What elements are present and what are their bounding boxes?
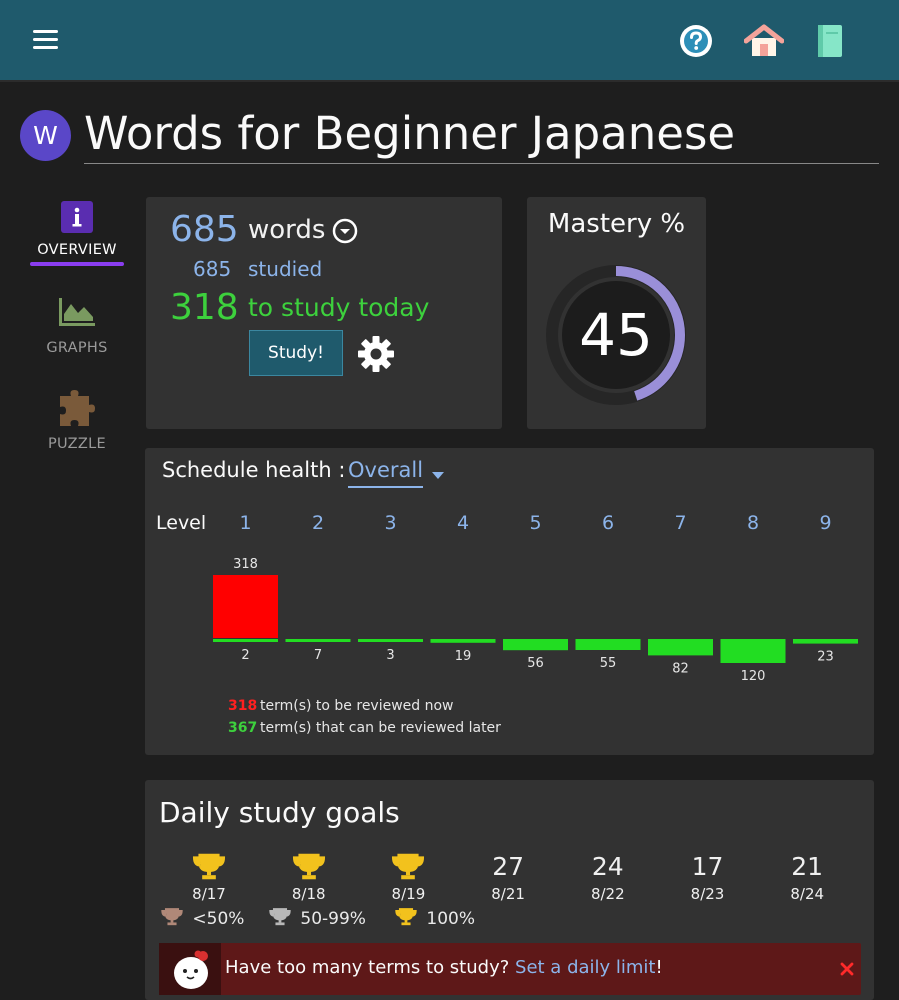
- study-button[interactable]: Study!: [249, 330, 343, 376]
- sidebar-item-puzzle[interactable]: PUZZLE: [28, 388, 126, 452]
- later-bar: [503, 639, 568, 651]
- goal-day-date: 8/23: [690, 885, 725, 903]
- mascot-icon: [159, 943, 221, 995]
- goal-day: 8/19: [378, 852, 438, 903]
- close-icon[interactable]: [840, 962, 854, 976]
- mastery-title: Mastery %: [547, 209, 686, 239]
- mastery-value: 45: [579, 301, 653, 369]
- set-avatar: W: [20, 110, 71, 161]
- later-bar-label: 2: [241, 648, 249, 663]
- later-bar: [430, 639, 496, 643]
- later-bar-label: 23: [817, 650, 834, 665]
- goal-day-date: 8/21: [491, 885, 525, 903]
- home-icon[interactable]: [744, 24, 784, 58]
- studied-count: 685: [193, 257, 232, 281]
- legend-due-now: 318 term(s) to be reviewed now: [228, 698, 454, 714]
- goals-title: Daily study goals: [159, 796, 400, 829]
- goal-day: 17 8/23: [678, 852, 738, 903]
- later-bar-label: 7: [314, 648, 322, 663]
- page-title: Words for Beginner Japanese: [84, 104, 879, 164]
- due-now-bar-label: 318: [233, 557, 258, 572]
- goal-day-count: 27: [492, 852, 524, 881]
- later-bar-label: 82: [672, 661, 689, 676]
- notebook-icon[interactable]: [816, 24, 844, 58]
- hamburger-menu-icon[interactable]: [33, 30, 58, 50]
- sidebar-item-overview[interactable]: OVERVIEW: [28, 200, 126, 266]
- later-bar: [720, 639, 786, 663]
- later-bar-label: 55: [600, 656, 617, 671]
- gear-icon[interactable]: [357, 335, 395, 373]
- sidebar-item-label: OVERVIEW: [37, 242, 117, 258]
- banner-text: Have too many terms to study? Set a dail…: [225, 957, 663, 978]
- trophy-gold-icon: [292, 853, 325, 880]
- later-bar-label: 120: [741, 669, 766, 684]
- sidebar-item-label: PUZZLE: [47, 436, 106, 452]
- goal-day-date: 8/18: [291, 885, 326, 903]
- top-bar: [0, 0, 899, 82]
- trophy-gold-icon: [395, 908, 417, 926]
- today-count: 318: [170, 287, 239, 328]
- legend-now-text: term(s) to be reviewed now: [260, 698, 454, 714]
- later-bar: [793, 639, 858, 644]
- info-icon: [61, 201, 93, 233]
- later-bar: [358, 639, 423, 642]
- legend-now-count: 318: [228, 698, 258, 714]
- later-bar-label: 3: [386, 648, 394, 663]
- goal-day-date: 8/22: [590, 885, 625, 903]
- goal-day: 8/17: [179, 852, 239, 903]
- later-bar: [648, 639, 713, 656]
- puzzle-piece-icon: [60, 390, 95, 426]
- goal-day-count: 21: [791, 852, 824, 881]
- schedule-health-card: Schedule health : Overall Level 12345678…: [145, 448, 874, 755]
- active-tab-indicator: [30, 262, 124, 266]
- help-circle-icon[interactable]: [679, 24, 713, 58]
- mastery-card: Mastery % 45: [527, 197, 706, 429]
- legend-later-count: 367: [228, 720, 258, 736]
- goal-day: 27 8/21: [478, 852, 538, 903]
- mastery-ring: 45: [546, 265, 686, 405]
- goal-day-date: 8/19: [391, 885, 426, 903]
- sidebar-item-label: GRAPHS: [46, 340, 108, 356]
- trophy-legend-full: 100%: [395, 907, 475, 929]
- later-bar: [213, 639, 278, 642]
- sidebar-item-graphs[interactable]: GRAPHS: [28, 296, 126, 356]
- later-bar-label: 19: [455, 649, 472, 664]
- words-label: words: [248, 215, 326, 245]
- goal-day: 24 8/22: [578, 852, 638, 903]
- stats-card: 685 words 685 studied 318 to study today…: [146, 197, 502, 429]
- goal-day: 21 8/24: [777, 852, 837, 903]
- area-chart-icon: [59, 298, 95, 326]
- trophy-legend-mid: 50-99%: [269, 907, 366, 929]
- chevron-down-circle-icon[interactable]: [332, 218, 358, 244]
- daily-goals-card: Daily study goals 8/17 8/18 8/19 27 8/21 24 8/…: [145, 780, 874, 1000]
- trophy-legend-low: <50%: [161, 907, 244, 929]
- legend-later-text: term(s) that can be reviewed later: [260, 720, 501, 736]
- daily-limit-banner: Have too many terms to study? Set a dail…: [159, 943, 861, 995]
- goal-day-count: 24: [591, 852, 624, 881]
- later-bar: [285, 639, 351, 642]
- today-label: to study today: [248, 293, 430, 322]
- goal-day-count: 17: [691, 852, 724, 881]
- set-daily-limit-link[interactable]: Set a daily limit: [515, 957, 655, 978]
- studied-label: studied: [248, 257, 323, 281]
- schedule-bar-chart: 318 2 7 3 19 56 55 82 120 23: [213, 557, 858, 684]
- legend-later: 367 term(s) that can be reviewed later: [228, 720, 501, 736]
- trophy-bronze-icon: [161, 908, 183, 926]
- trophy-gold-icon: [192, 853, 226, 880]
- later-bar: [575, 639, 641, 650]
- goal-day-date: 8/17: [192, 885, 226, 903]
- goal-day: 8/18: [279, 852, 339, 903]
- trophy-gold-icon: [392, 853, 425, 880]
- goal-day-date: 8/24: [790, 885, 825, 903]
- word-count: 685: [170, 209, 239, 250]
- trophy-silver-icon: [269, 908, 291, 926]
- due-now-bar: [213, 575, 278, 638]
- later-bar-label: 56: [527, 656, 544, 671]
